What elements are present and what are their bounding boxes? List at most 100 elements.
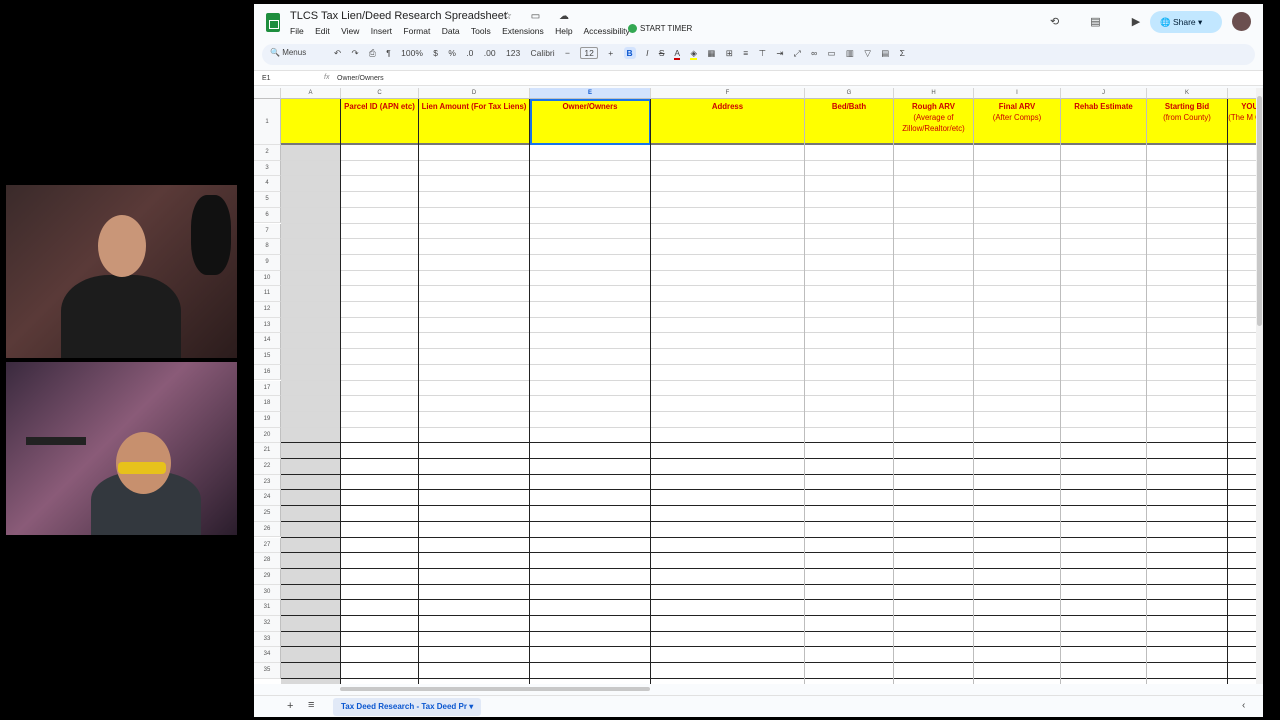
wrap-icon[interactable]: ⇥ [776, 48, 783, 58]
column-header-K[interactable]: K [1147, 88, 1228, 99]
header-cell-A[interactable] [281, 99, 341, 145]
history-comment-meet-icons[interactable]: ⟲ ▤ ▶ [1050, 15, 1154, 28]
filter-views-icon[interactable]: ▤ [881, 48, 889, 58]
column-header-I[interactable]: I [974, 88, 1061, 99]
row-header[interactable]: 35 [254, 663, 281, 679]
rotate-icon[interactable]: ⤢ [794, 48, 801, 58]
sheets-logo-icon[interactable] [266, 13, 280, 32]
menu-edit[interactable]: Edit [315, 26, 330, 36]
merge-cells-icon[interactable]: ⊞ [726, 48, 733, 58]
header-cell-G[interactable]: Bed/Bath [805, 99, 894, 145]
column-header-J[interactable]: J [1061, 88, 1147, 99]
row-header[interactable]: 31 [254, 600, 281, 616]
percent-format[interactable]: % [448, 48, 456, 58]
text-color-button[interactable]: A [674, 48, 681, 60]
row-header[interactable]: 1 [254, 99, 281, 145]
row-header[interactable]: 6 [254, 207, 281, 224]
paint-format-icon[interactable]: ¶ [386, 48, 391, 58]
fill-color-icon[interactable]: ◈ [690, 48, 697, 60]
row-header[interactable]: 26 [254, 521, 281, 538]
column-header-next[interactable] [1228, 88, 1256, 99]
star-move-cloud-icons[interactable]: ☆ ▭ ☁ [503, 11, 577, 22]
row-header[interactable]: 32 [254, 616, 281, 632]
menus-search[interactable]: 🔍 Menus [270, 48, 306, 57]
row-header[interactable]: 11 [254, 286, 281, 302]
formula-input[interactable]: Owner/Owners [337, 75, 384, 82]
menu-accessibility[interactable]: Accessibility [583, 26, 629, 36]
menu-data[interactable]: Data [442, 26, 460, 36]
row-header[interactable]: 29 [254, 568, 281, 585]
row-header[interactable]: 28 [254, 553, 281, 569]
row-header[interactable]: 25 [254, 506, 281, 522]
menu-view[interactable]: View [341, 26, 359, 36]
font-select[interactable]: Calibri [531, 48, 555, 58]
menu-help[interactable]: Help [555, 26, 572, 36]
row-header[interactable]: 33 [254, 631, 281, 648]
row-header[interactable]: 34 [254, 647, 281, 664]
currency-format[interactable]: $ [433, 48, 438, 58]
header-cell-next[interactable]: YOUR (The M On Th [1228, 99, 1256, 145]
row-header[interactable]: 12 [254, 302, 281, 318]
vertical-scrollbar[interactable] [1256, 88, 1263, 684]
row-header[interactable]: 22 [254, 459, 281, 475]
header-cell-J[interactable]: Rehab Estimate [1061, 99, 1147, 145]
name-box[interactable]: E1 [262, 75, 271, 82]
borders-icon[interactable]: ▦ [707, 48, 715, 58]
print-icon[interactable]: ⎙ [369, 48, 376, 58]
column-header-D[interactable]: D [419, 88, 530, 99]
row-header[interactable]: 8 [254, 239, 281, 255]
column-header-H[interactable]: H [894, 88, 974, 99]
column-header-F[interactable]: F [651, 88, 805, 99]
row-header[interactable]: 14 [254, 333, 281, 350]
zoom-select[interactable]: 100% [401, 48, 423, 58]
column-header-E[interactable]: E [530, 88, 651, 99]
font-size-increase[interactable]: + [608, 48, 613, 58]
horizontal-scrollbar[interactable] [340, 687, 650, 691]
column-header-C[interactable]: C [341, 88, 419, 99]
increase-decimal[interactable]: .00 [484, 48, 496, 58]
filter-icon[interactable]: ▽ [864, 48, 871, 58]
undo-icon[interactable]: ↶ [334, 48, 341, 58]
menu-extensions[interactable]: Extensions [502, 26, 544, 36]
row-header[interactable]: 9 [254, 254, 281, 271]
menu-insert[interactable]: Insert [371, 26, 392, 36]
number-format[interactable]: 123 [506, 48, 520, 58]
functions-icon[interactable]: Σ [900, 48, 905, 58]
header-cell-D[interactable]: Lien Amount (For Tax Liens) [419, 99, 530, 145]
all-sheets-icon[interactable]: ≡ [308, 699, 314, 711]
chart-icon[interactable]: ▥ [846, 48, 854, 58]
row-header[interactable]: 30 [254, 584, 281, 601]
row-header[interactable]: 17 [254, 380, 281, 397]
menu-file[interactable]: File [290, 26, 304, 36]
comment-icon[interactable]: ▭ [828, 48, 836, 58]
row-header[interactable]: 18 [254, 396, 281, 412]
header-cell-F[interactable]: Address [651, 99, 805, 145]
row-header[interactable]: 19 [254, 411, 281, 428]
italic-button[interactable]: I [646, 48, 648, 58]
start-timer-button[interactable]: START TIMER [628, 24, 692, 34]
row-header[interactable]: 24 [254, 490, 281, 507]
redo-icon[interactable]: ↷ [352, 48, 359, 58]
valign-icon[interactable]: ⊤ [759, 48, 766, 58]
row-header[interactable]: 10 [254, 270, 281, 287]
row-header[interactable]: 23 [254, 474, 281, 491]
row-header[interactable]: 27 [254, 537, 281, 554]
vertical-scroll-thumb[interactable] [1257, 96, 1262, 326]
document-title[interactable]: TLCS Tax Lien/Deed Research Spreadsheet [290, 10, 507, 22]
row-header[interactable]: 15 [254, 349, 281, 365]
row-header[interactable]: 5 [254, 192, 281, 208]
header-cell-C[interactable]: Parcel ID (APN etc) [341, 99, 419, 145]
align-icon[interactable]: ≡ [743, 48, 748, 58]
menu-tools[interactable]: Tools [471, 26, 491, 36]
select-all-corner[interactable] [254, 88, 281, 99]
row-header[interactable]: 13 [254, 317, 281, 334]
header-cell-I[interactable]: Final ARV (After Comps) [974, 99, 1061, 145]
header-cell-H[interactable]: Rough ARV (Average of Zillow/Realtor/etc) [894, 99, 974, 145]
add-sheet-icon[interactable]: + [287, 700, 293, 712]
row-header[interactable]: 21 [254, 443, 281, 459]
font-size-decrease[interactable]: − [565, 48, 570, 58]
avatar[interactable] [1232, 12, 1251, 31]
row-header[interactable]: 4 [254, 176, 281, 193]
bold-button[interactable]: B [623, 47, 636, 59]
row-header[interactable]: 2 [254, 145, 281, 161]
